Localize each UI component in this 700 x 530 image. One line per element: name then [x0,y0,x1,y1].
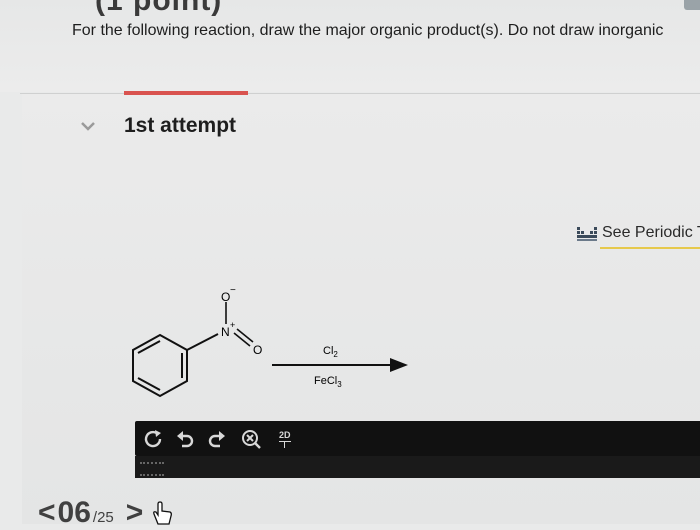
corner-badge-icon[interactable] [684,0,700,10]
reaction-arrow-head [390,358,408,372]
oxygen-top-label: O [221,290,230,304]
periodic-table-icon [577,227,597,241]
oxygen-right-label: O [253,343,262,357]
reagent-above: Cl2 [323,345,338,359]
question-text: For the following reaction, draw the maj… [72,22,664,39]
nitrogen-label: N [221,325,230,339]
redo-icon[interactable] [205,427,229,451]
periodic-underline [600,247,700,249]
drawing-toolbar: 2D [135,421,700,456]
attempt-label[interactable]: 1st attempt [124,114,236,138]
benzene-ring [132,333,188,398]
reagent-below: FeCl3 [314,375,342,389]
undo-icon[interactable] [173,427,197,451]
hand-cursor-icon [153,501,172,525]
reaction-scheme[interactable]: O − N + O Cl2 FeCl3 [110,280,430,420]
attempt-accent-bar [124,91,248,95]
periodic-table-label: See Periodic T [602,224,700,241]
zoom-clear-icon[interactable] [239,427,263,451]
reset-icon[interactable] [141,427,165,451]
toolbar-lower-strip [135,456,700,478]
question-title: (1 point) [95,0,223,17]
plus-charge-label: + [230,320,235,330]
grip-handle[interactable] [140,462,164,476]
header-band: (1 point) For the following reaction, dr… [0,0,700,92]
periodic-table-link[interactable]: See Periodic T [577,224,700,242]
2d-label: 2D [279,430,291,440]
minus-charge-label: − [230,285,236,296]
chevron-down-icon[interactable] [80,120,96,132]
total-questions: /25 [92,509,114,526]
2d-icon[interactable]: 2D [279,430,299,450]
ring-n-bond [186,333,219,351]
